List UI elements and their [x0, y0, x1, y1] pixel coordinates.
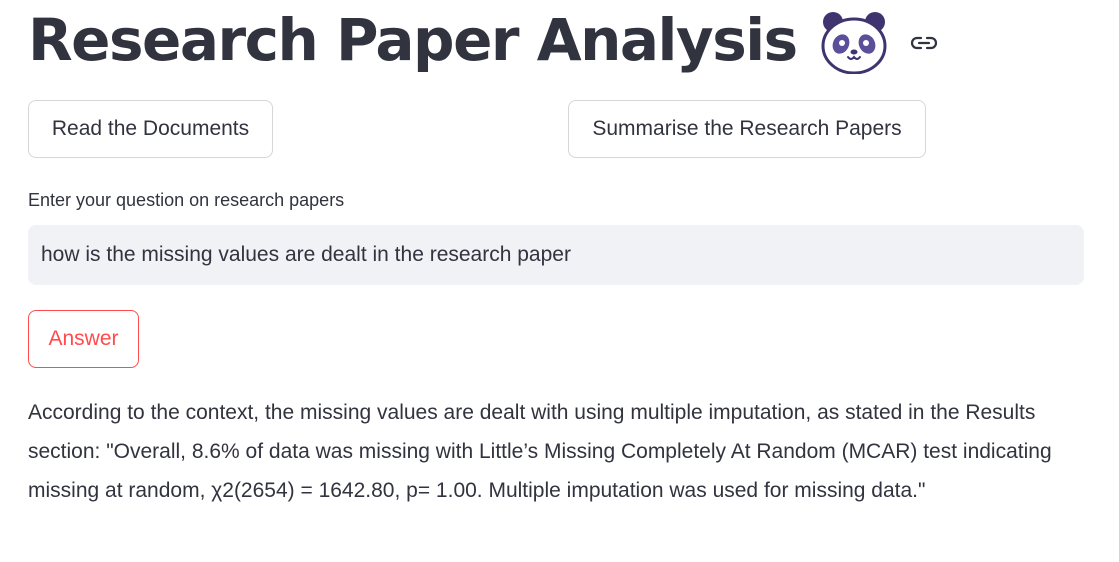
- link-icon[interactable]: [909, 33, 939, 53]
- summarise-papers-button[interactable]: Summarise the Research Papers: [568, 100, 926, 158]
- question-input-label: Enter your question on research papers: [28, 190, 345, 210]
- read-documents-button[interactable]: Read the Documents: [28, 100, 273, 158]
- page-title-text: Research Paper Analysis: [28, 6, 798, 74]
- page-title: Research Paper Analysis: [28, 0, 939, 80]
- question-input[interactable]: [28, 225, 1084, 285]
- panda-face-icon: [819, 10, 889, 75]
- answer-button[interactable]: Answer: [28, 310, 139, 368]
- answer-response-text: According to the context, the missing va…: [28, 401, 1052, 502]
